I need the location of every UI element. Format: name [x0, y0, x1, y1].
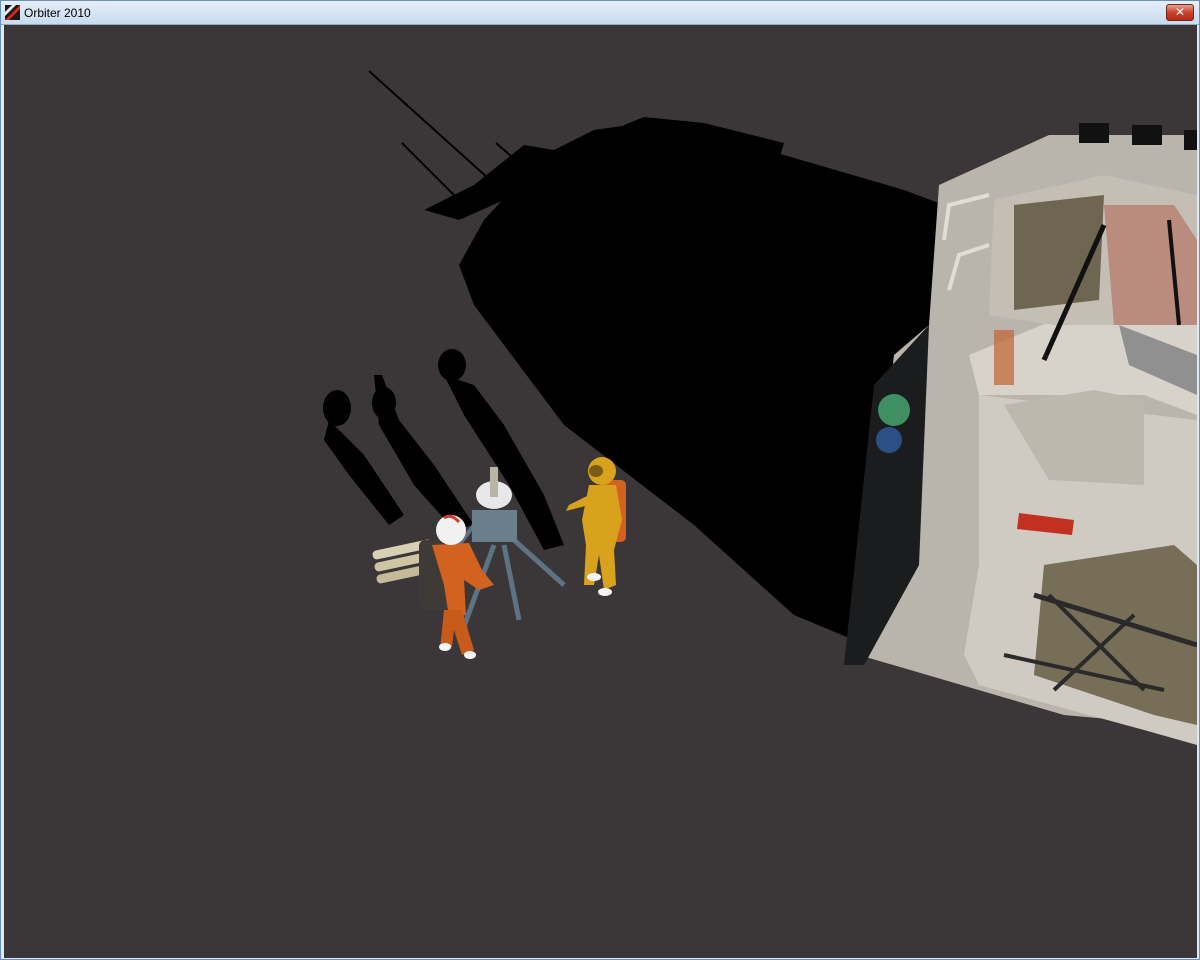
close-icon: ✕ — [1174, 5, 1186, 19]
window-title: Orbiter 2010 — [24, 6, 91, 20]
title-bar[interactable]: Orbiter 2010 ✕ — [1, 1, 1199, 25]
3d-viewport[interactable] — [4, 25, 1197, 958]
orbiter-app-icon — [5, 5, 20, 20]
orbiter-window: Orbiter 2010 ✕ — [0, 0, 1200, 960]
scene-render — [4, 25, 1197, 958]
close-button[interactable]: ✕ — [1166, 4, 1194, 21]
